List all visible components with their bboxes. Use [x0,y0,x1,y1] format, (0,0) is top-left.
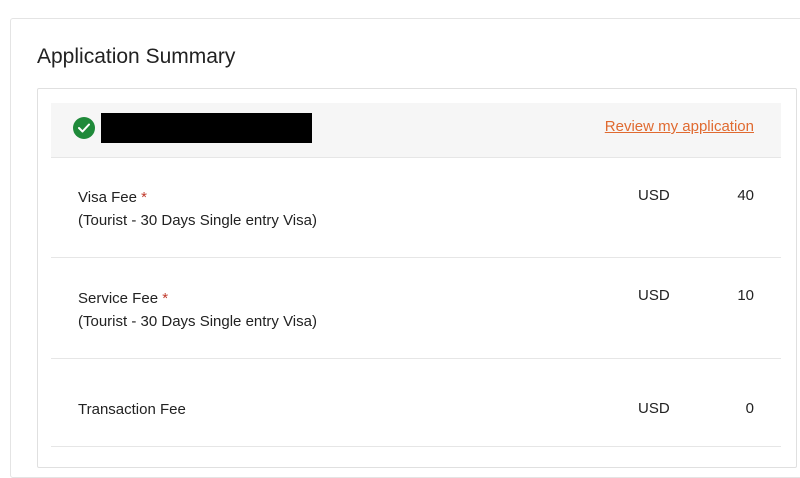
page-title: Application Summary [37,45,236,68]
fee-currency: USD [638,187,670,204]
fee-row-transaction: Transaction Fee USD 0 [51,359,781,447]
fee-amount: 10 [737,287,754,304]
check-circle-icon [73,117,95,139]
fee-amount: 40 [737,187,754,204]
required-marker: * [162,290,169,307]
fee-currency: USD [638,400,670,417]
fee-name: Visa Fee [78,189,137,206]
fee-label: Service Fee * (Tourist - 30 Days Single … [78,287,317,333]
fee-amount: 0 [745,400,754,417]
fee-subtitle: (Tourist - 30 Days Single entry Visa) [78,313,317,330]
fee-label: Transaction Fee [78,398,186,421]
fee-label: Visa Fee * (Tourist - 30 Days Single ent… [78,186,317,232]
fee-name: Transaction Fee [78,401,186,418]
required-marker: * [141,189,147,206]
fee-name: Service Fee [78,290,159,307]
fee-subtitle: (Tourist - 30 Days Single entry Visa) [78,212,317,229]
fee-row-visa: Visa Fee * (Tourist - 30 Days Single ent… [51,158,781,258]
fee-currency: USD [638,287,670,304]
fee-row-service: Service Fee * (Tourist - 30 Days Single … [51,258,781,359]
review-application-link[interactable]: Review my application [605,118,754,135]
redacted-applicant-name [101,113,312,143]
